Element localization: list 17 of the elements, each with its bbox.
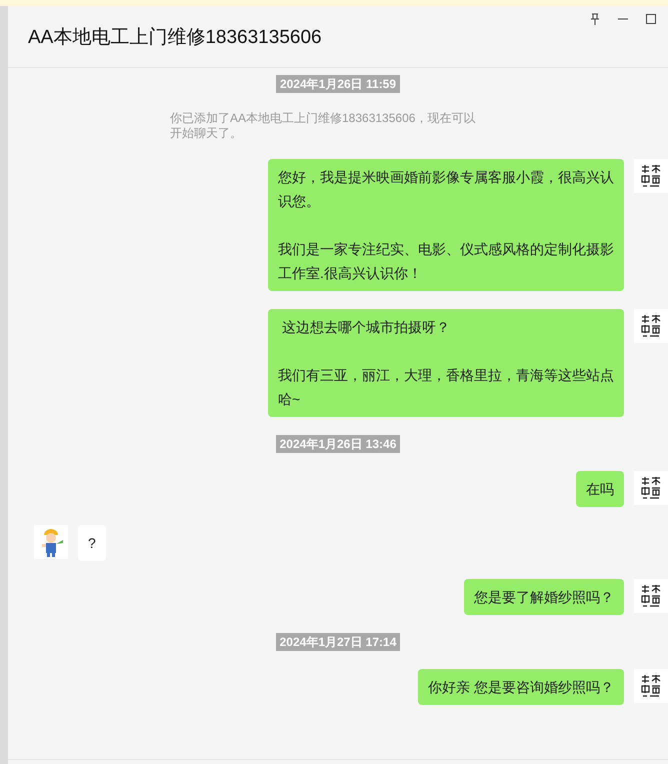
message-text: 在吗 (586, 480, 614, 499)
minimize-icon[interactable] (618, 18, 628, 20)
maximize-icon[interactable] (646, 14, 656, 24)
message-text: ? (88, 534, 96, 553)
timestamp: 2024年1月26日 13:46 (276, 435, 400, 453)
message-text: 我们是一家专注纪实、电影、仪式感风格的定制化摄影工作室.很高兴认识你！ (278, 240, 614, 283)
timestamp: 2024年1月26日 11:59 (276, 75, 400, 93)
message-text: 您好，我是提米映画婚前影像专属客服小霞，很高兴认识您。 (278, 168, 614, 211)
avatar-worker (34, 525, 68, 559)
window-title: AA本地电工上门维修18363135606 (28, 26, 322, 50)
timestamp: 2024年1月27日 17:14 (276, 633, 400, 651)
system-notice: 你已添加了AA本地电工上门维修18363135606，现在可以开始聊天了。 (170, 111, 476, 141)
message-text: 你好亲 您是要咨询婚纱照吗？ (428, 678, 614, 697)
message-text: 我们有三亚，丽江，大理，香格里拉，青海等这些站点哈~ (278, 366, 614, 409)
pin-icon[interactable] (590, 13, 600, 25)
message-text: 这边想去哪个城市拍摄呀？ (280, 318, 451, 337)
message-text: 您是要了解婚纱照吗？ (474, 588, 614, 607)
